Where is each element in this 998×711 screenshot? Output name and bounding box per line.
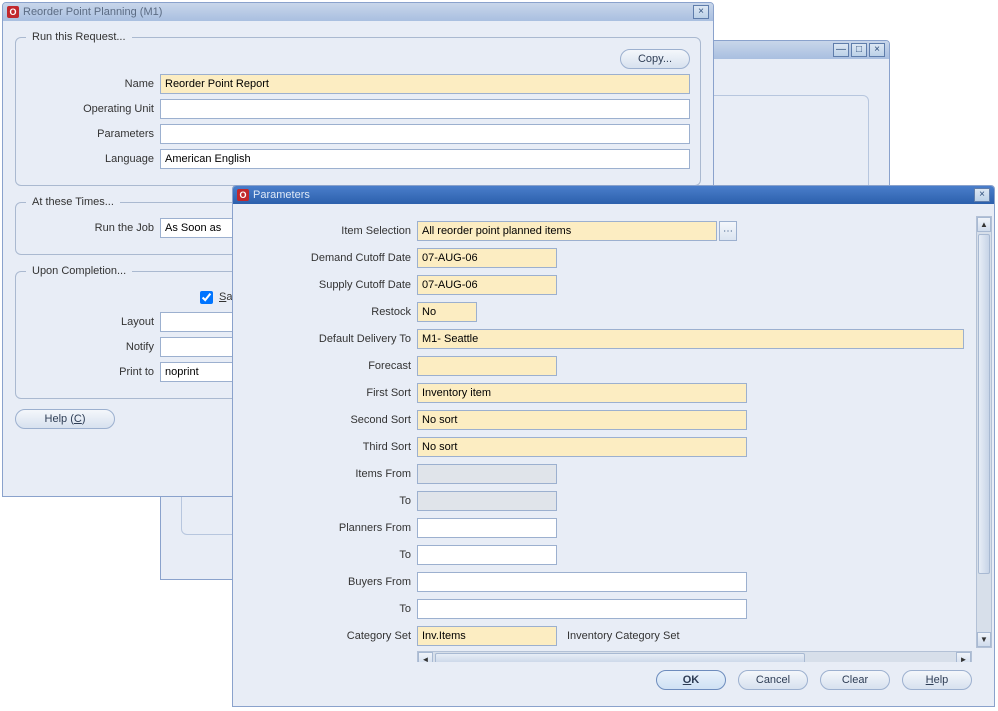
default-delivery-input[interactable] — [417, 329, 964, 349]
forecast-input[interactable] — [417, 356, 557, 376]
clear-button[interactable]: Clear — [820, 670, 890, 690]
restock-label: Restock — [241, 306, 411, 318]
operating-unit-label: Operating Unit — [26, 103, 154, 115]
maximize-icon[interactable]: □ — [851, 43, 867, 57]
supply-cutoff-input[interactable] — [417, 275, 557, 295]
print-to-label: Print to — [26, 366, 154, 378]
default-delivery-label: Default Delivery To — [241, 333, 411, 345]
layout-label: Layout — [26, 316, 154, 328]
lov-icon[interactable]: ⋯ — [719, 221, 737, 241]
rpp-titlebar[interactable]: O Reorder Point Planning (M1) × — [3, 3, 713, 21]
third-sort-label: Third Sort — [241, 441, 411, 453]
items-to-label: To — [241, 495, 411, 507]
buyers-from-input[interactable] — [417, 572, 747, 592]
scroll-down-icon[interactable]: ▼ — [977, 632, 991, 647]
notify-label: Notify — [26, 341, 154, 353]
name-input[interactable] — [160, 74, 690, 94]
save-all-checkbox[interactable] — [200, 291, 213, 304]
scroll-left-icon[interactable]: ◄ — [418, 652, 433, 662]
planners-to-input[interactable] — [417, 545, 557, 565]
minimize-icon[interactable]: — — [833, 43, 849, 57]
oracle-logo-icon: O — [7, 6, 19, 18]
buyers-to-label: To — [241, 603, 411, 615]
oracle-logo-icon: O — [237, 189, 249, 201]
ok-button[interactable]: OK — [656, 670, 726, 690]
buyers-from-label: Buyers From — [241, 576, 411, 588]
scroll-up-icon[interactable]: ▲ — [977, 217, 991, 232]
cancel-button[interactable]: Cancel — [738, 670, 808, 690]
language-input[interactable] — [160, 149, 690, 169]
demand-cutoff-label: Demand Cutoff Date — [241, 252, 411, 264]
scroll-right-icon[interactable]: ► — [956, 652, 971, 662]
close-icon[interactable]: × — [693, 5, 709, 19]
run-this-request-legend: Run this Request... — [26, 31, 132, 43]
help-button[interactable]: Help — [902, 670, 972, 690]
parameters-label: Parameters — [26, 128, 154, 140]
horizontal-scrollbar[interactable]: ◄ ► — [417, 651, 972, 662]
parameters-title: Parameters — [253, 189, 310, 201]
run-the-job-label: Run the Job — [26, 222, 154, 234]
planners-from-label: Planners From — [241, 522, 411, 534]
items-from-input[interactable] — [417, 464, 557, 484]
buyers-to-input[interactable] — [417, 599, 747, 619]
second-sort-input[interactable] — [417, 410, 747, 430]
second-sort-label: Second Sort — [241, 414, 411, 426]
close-icon[interactable]: × — [869, 43, 885, 57]
copy-button[interactable]: Copy... — [620, 49, 690, 69]
first-sort-input[interactable] — [417, 383, 747, 403]
rpp-title: Reorder Point Planning (M1) — [23, 6, 162, 18]
third-sort-input[interactable] — [417, 437, 747, 457]
category-set-desc: Inventory Category Set — [567, 630, 680, 642]
upon-completion-legend: Upon Completion... — [26, 265, 132, 277]
close-icon[interactable]: × — [974, 188, 990, 202]
forecast-label: Forecast — [241, 360, 411, 372]
parameters-input[interactable] — [160, 124, 690, 144]
first-sort-label: First Sort — [241, 387, 411, 399]
planners-to-label: To — [241, 549, 411, 561]
restock-input[interactable] — [417, 302, 477, 322]
supply-cutoff-label: Supply Cutoff Date — [241, 279, 411, 291]
vertical-scrollbar[interactable]: ▲ ▼ — [976, 216, 992, 648]
category-set-label: Category Set — [241, 630, 411, 642]
category-set-input[interactable] — [417, 626, 557, 646]
at-these-times-legend: At these Times... — [26, 196, 120, 208]
demand-cutoff-input[interactable] — [417, 248, 557, 268]
parameters-button-row: OK OK Cancel Clear Help Help — [241, 662, 986, 698]
scroll-thumb[interactable] — [435, 653, 805, 662]
run-this-request-group: Run this Request... Copy... Name Operati… — [15, 31, 701, 186]
parameters-window: O Parameters × Item Selection ⋯ Demand C… — [232, 185, 995, 707]
operating-unit-input[interactable] — [160, 99, 690, 119]
name-label: Name — [26, 78, 154, 90]
items-from-label: Items From — [241, 468, 411, 480]
parameters-titlebar[interactable]: O Parameters × — [233, 186, 994, 204]
item-selection-label: Item Selection — [241, 225, 411, 237]
help-button[interactable]: Help (C) — [15, 409, 115, 429]
item-selection-input[interactable] — [417, 221, 717, 241]
items-to-input[interactable] — [417, 491, 557, 511]
planners-from-input[interactable] — [417, 518, 557, 538]
language-label: Language — [26, 153, 154, 165]
scroll-thumb[interactable] — [978, 234, 990, 574]
